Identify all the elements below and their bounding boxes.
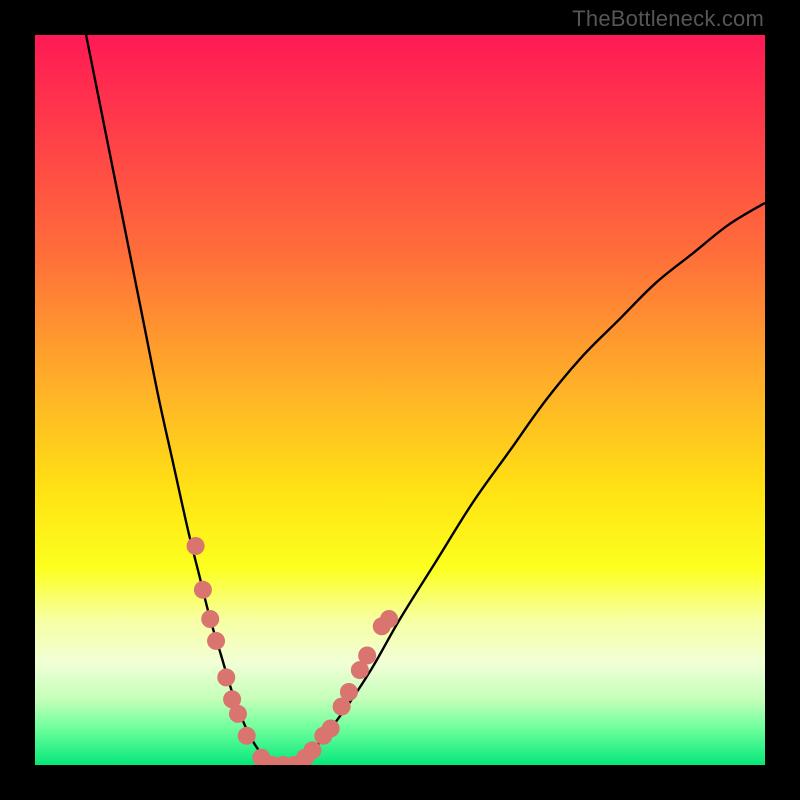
data-point	[358, 647, 376, 665]
data-point	[187, 537, 205, 555]
data-point	[303, 741, 321, 759]
data-point	[322, 720, 340, 738]
data-point	[380, 610, 398, 628]
data-markers	[187, 537, 398, 765]
data-point	[201, 610, 219, 628]
chart-frame: TheBottleneck.com	[0, 0, 800, 800]
data-point	[194, 581, 212, 599]
bottleneck-curve	[86, 35, 765, 765]
data-point	[238, 727, 256, 745]
watermark-text: TheBottleneck.com	[572, 6, 764, 32]
data-point	[217, 668, 235, 686]
curve-layer	[35, 35, 765, 765]
data-point	[229, 705, 247, 723]
plot-area	[35, 35, 765, 765]
data-point	[340, 683, 358, 701]
data-point	[207, 632, 225, 650]
